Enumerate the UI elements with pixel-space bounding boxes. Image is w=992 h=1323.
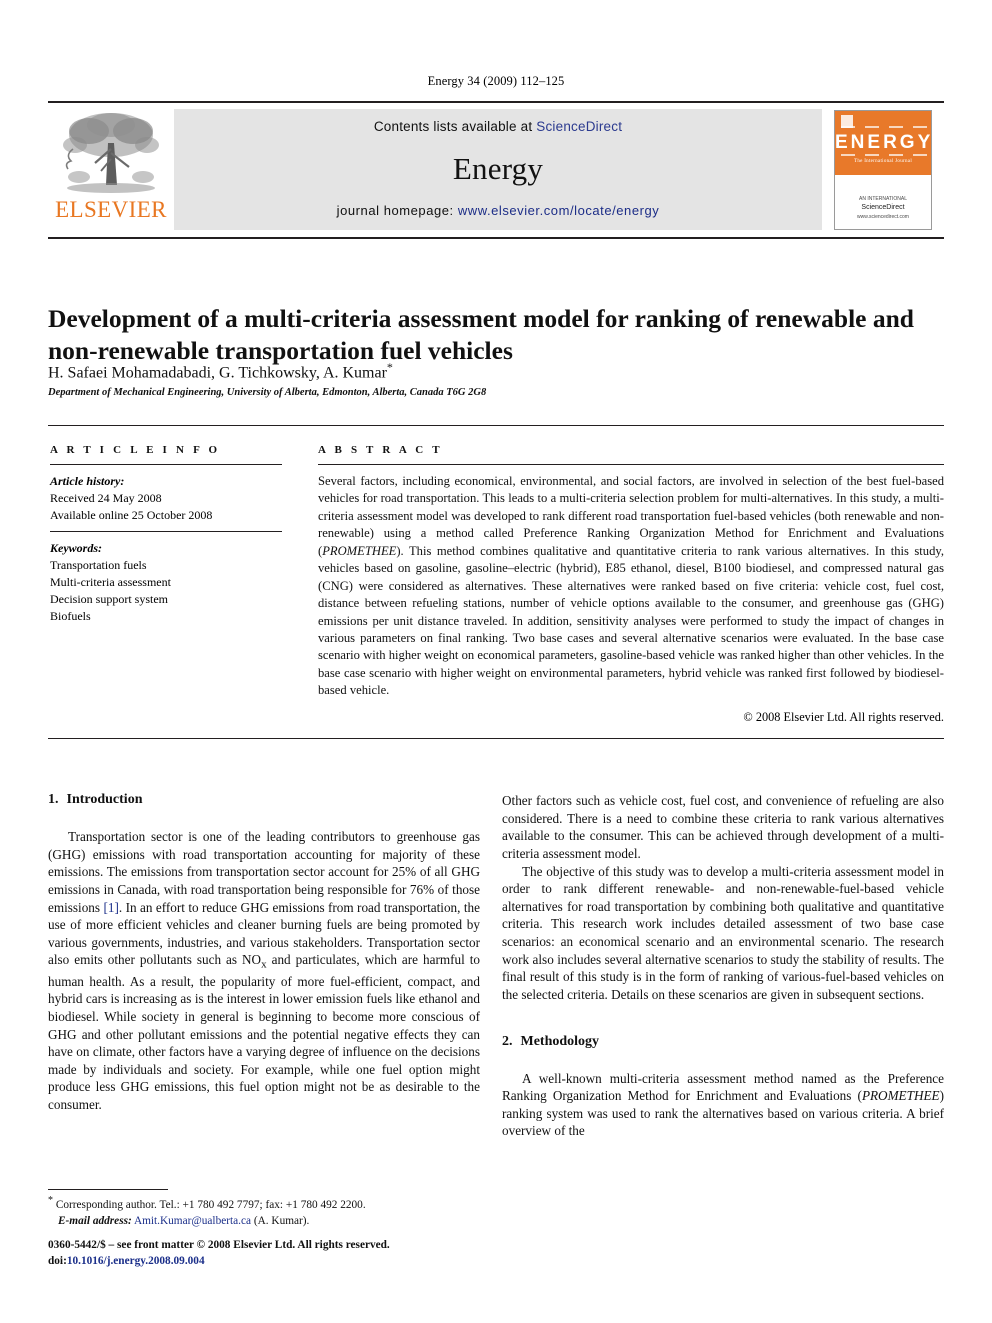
keyword-item: Multi-criteria assessment [50,575,171,590]
issn-line: 0360-5442/$ – see front matter © 2008 El… [48,1239,390,1251]
journal-cover-thumbnail: ENERGY The International Journal AN INTE… [822,103,944,237]
cover-footer-small: AN INTERNATIONAL [859,195,907,202]
doi-label: doi: [48,1255,67,1268]
section-title: Methodology [520,1033,600,1049]
section-number: 1. [48,792,59,807]
keyword-item: Biofuels [50,609,91,624]
journal-title: Energy [452,151,544,186]
intro-paragraph-1: Transportation sector is one of the lead… [48,829,480,1113]
cover-footer-tiny: www.sciencedirect.com [857,213,909,220]
elsevier-wordmark: ELSEVIER [55,197,167,222]
cover-tickrow-top [841,126,927,128]
doi-line: doi:10.1016/j.energy.2008.09.004 [48,1253,488,1269]
keywords-label: Keywords: [50,541,102,556]
contents-available-line: Contents lists available at ScienceDirec… [374,119,622,134]
keywords-rule [50,531,282,533]
keyword-item: Decision support system [50,592,168,607]
sciencedirect-link[interactable]: ScienceDirect [536,119,622,134]
section-heading-introduction: 1. Introduction [48,792,480,808]
methodology-paragraph-1: A well-known multi-criteria assessment m… [502,1070,944,1139]
corresponding-author-note: * Corresponding author. Tel.: +1 780 492… [48,1194,488,1213]
asterisk-icon: * [48,1195,53,1206]
email-owner: (A. Kumar). [253,1214,310,1227]
panel-bottom-rule [48,738,944,739]
article-history-label: Article history: [50,474,125,488]
author-list: H. Safaei Mohamadabadi, G. Tichkowsky, A… [48,360,928,382]
body-column-left: 1. Introduction Transportation sector is … [48,792,480,1114]
corresponding-author-text: Corresponding author. Tel.: +1 780 492 7… [55,1198,366,1211]
panel-top-rule [48,425,944,426]
paper-page: Energy 34 (2009) 112–125 ELSEVIER Conten… [0,0,992,1323]
affiliation: Department of Mechanical Engineering, Un… [48,387,487,398]
email-label: E-mail address: [58,1214,132,1227]
article-history-online: Available online 25 October 2008 [50,508,213,523]
elsevier-tree-icon [63,113,159,193]
homepage-prefix: journal homepage: [336,203,458,218]
running-head: Energy 34 (2009) 112–125 [427,74,565,88]
journal-masthead: ELSEVIER Contents lists available at Sci… [48,101,944,239]
article-info-column: A R T I C L E I N F O Article history: R… [50,444,282,625]
intro-paragraph-2: Other factors such as vehicle cost, fuel… [502,793,944,861]
masthead-center: Contents lists available at ScienceDirec… [174,109,822,230]
article-history-received: Received 24 May 2008 [50,491,162,506]
cover-title: ENERGY [835,132,932,153]
journal-homepage-link[interactable]: www.elsevier.com/locate/energy [458,203,659,218]
contents-prefix: Contents lists available at [373,119,537,134]
journal-homepage-line: journal homepage: www.elsevier.com/locat… [337,203,660,218]
body-column-right: Other factors such as vehicle cost, fuel… [502,792,944,1140]
email-link[interactable]: Amit.Kumar@ualberta.ca [134,1215,251,1227]
cover-footer: AN INTERNATIONAL ScienceDirect www.scien… [835,196,931,222]
cover-footer-big: ScienceDirect [861,204,905,211]
cover-tickrow-bottom [841,154,927,156]
abstract-body: Several factors, including economical, e… [318,474,944,698]
section-number: 2. [502,1033,513,1049]
abstract-column: A B S T R A C T Several factors, includi… [318,444,944,725]
article-info-rule [50,464,282,465]
footnote-rule [48,1189,168,1190]
footnote-block: * Corresponding author. Tel.: +1 780 492… [48,1194,488,1229]
article-info-heading: A R T I C L E I N F O [50,444,221,456]
corresponding-author-marker: * [386,360,393,374]
abstract-heading: A B S T R A C T [318,444,443,456]
elsevier-logo: ELSEVIER [48,103,174,237]
author-names: H. Safaei Mohamadabadi, G. Tichkowsky, A… [48,364,387,382]
abstract-rule [318,464,944,465]
keyword-item: Transportation fuels [50,558,147,573]
copyright-line: © 2008 Elsevier Ltd. All rights reserved… [743,709,944,724]
doi-link[interactable]: 10.1016/j.energy.2008.09.004 [67,1255,205,1267]
imprint-block: 0360-5442/$ – see front matter © 2008 El… [48,1237,488,1270]
section-heading-methodology: 2. Methodology [502,1034,944,1050]
cover-subtitle: The International Journal [853,159,913,164]
intro-paragraph-3: The objective of this study was to devel… [502,863,944,1002]
page-title: Development of a multi-criteria assessme… [48,304,914,366]
email-note: E-mail address: Amit.Kumar@ualberta.ca (… [48,1213,488,1229]
section-title: Introduction [66,792,143,807]
